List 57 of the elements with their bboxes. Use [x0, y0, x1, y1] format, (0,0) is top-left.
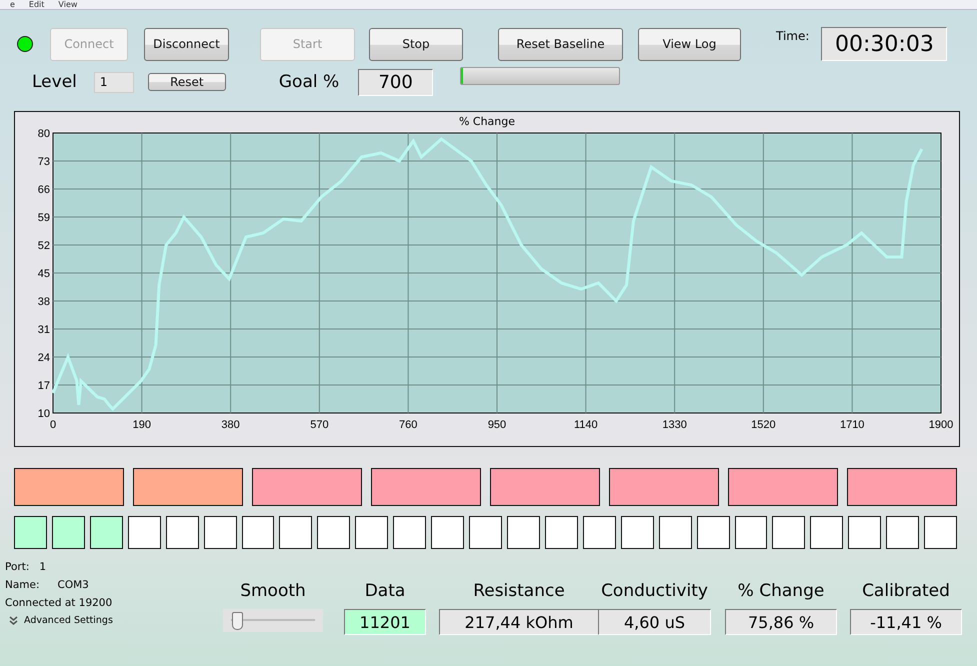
toolbar-button[interactable]: Stop	[369, 28, 463, 60]
readout-label: % Change	[738, 581, 824, 601]
goal-field[interactable]: 700	[358, 68, 434, 96]
port-label: Port:	[5, 561, 30, 573]
name-value: COM3	[58, 579, 89, 591]
smooth-label: Smooth	[240, 581, 306, 601]
x-tick-label: 760	[399, 419, 418, 431]
level-field[interactable]: 1	[94, 72, 134, 92]
x-tick-label: 380	[221, 419, 240, 431]
y-tick-label: 24	[38, 352, 50, 364]
time-display: 00:30:03	[821, 27, 948, 61]
x-tick-label: 1140	[574, 419, 598, 431]
menu-item[interactable]: Edit	[28, 1, 44, 9]
double-chevron-icon	[9, 616, 18, 625]
readout-value: 75,86 %	[725, 609, 837, 635]
readout-value: 11201	[344, 609, 426, 635]
readout-value: 217,44 kOhm	[439, 609, 599, 635]
readout-value: -11,41 %	[850, 609, 962, 635]
y-tick-label: 45	[38, 268, 50, 280]
y-tick-label: 59	[38, 212, 50, 224]
readout-label: Data	[364, 581, 406, 601]
chart-title: % Change	[458, 115, 516, 128]
x-tick-label: 1330	[662, 419, 687, 431]
x-tick-label: 0	[50, 419, 56, 431]
readout-label: Calibrated	[862, 581, 950, 601]
x-tick-label: 190	[132, 419, 151, 431]
level-label: Level	[32, 72, 77, 92]
y-tick-label: 66	[38, 184, 50, 196]
port-value: 1	[39, 561, 46, 573]
y-tick-label: 17	[38, 380, 50, 392]
y-tick-label: 80	[38, 128, 50, 140]
x-tick-label: 1710	[840, 419, 864, 431]
time-label: Time:	[776, 29, 810, 43]
menu-item[interactable]: View	[58, 1, 78, 9]
reset-button[interactable]: Reset	[148, 73, 226, 91]
y-tick-label: 73	[38, 156, 50, 168]
x-tick-label: 950	[488, 419, 506, 431]
menu-item[interactable]: e	[10, 1, 15, 9]
slider-thumb[interactable]	[232, 612, 243, 630]
connection-status: Connected at 19200	[5, 597, 114, 609]
toolbar-button[interactable]: Disconnect	[144, 28, 229, 60]
readout-label: Conductivity	[601, 581, 708, 601]
toolbar-button[interactable]: View Log	[638, 28, 741, 60]
y-tick-label: 10	[38, 408, 50, 420]
goal-label: Goal %	[278, 72, 340, 92]
advanced-settings-link[interactable]: Advanced Settings	[9, 615, 210, 626]
x-tick-label: 1900	[928, 419, 954, 431]
x-tick-label: 1520	[751, 419, 776, 431]
y-tick-label: 52	[38, 240, 50, 252]
readout-label: Resistance	[473, 581, 565, 601]
smooth-slider[interactable]	[223, 609, 323, 632]
readout-value: 4,60 uS	[598, 609, 711, 635]
name-label: Name:	[5, 579, 40, 591]
y-tick-label: 31	[38, 324, 50, 336]
toolbar-button[interactable]: Reset Baseline	[498, 28, 623, 60]
y-tick-label: 38	[38, 296, 50, 308]
x-tick-label: 570	[310, 419, 329, 431]
